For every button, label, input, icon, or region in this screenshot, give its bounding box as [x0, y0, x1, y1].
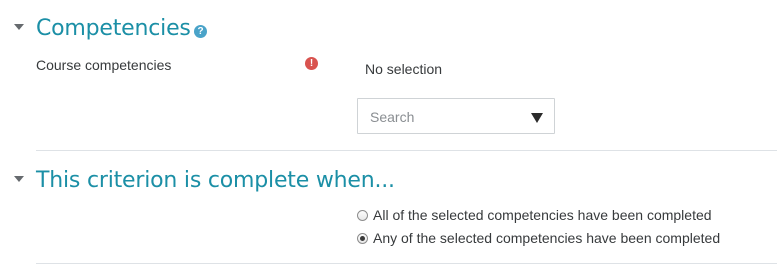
search-placeholder: Search — [370, 109, 415, 125]
radio-label-any: Any of the selected competencies have be… — [373, 230, 721, 246]
radio-button-all[interactable] — [357, 209, 368, 221]
required-icon: ! — [305, 57, 318, 70]
collapse-caret-icon[interactable] — [14, 176, 24, 182]
form-page: Competencies ? Course competencies ! No … — [0, 0, 777, 265]
radio-option-any[interactable]: Any of the selected competencies have be… — [357, 230, 720, 246]
collapse-caret-icon[interactable] — [14, 24, 24, 30]
section-divider — [36, 263, 777, 264]
help-icon[interactable]: ? — [194, 25, 207, 38]
section-divider — [36, 150, 777, 151]
radio-option-all[interactable]: All of the selected competencies have be… — [357, 207, 712, 223]
radio-button-any[interactable] — [357, 232, 368, 244]
radio-label-all: All of the selected competencies have be… — [373, 207, 712, 223]
course-competencies-label: Course competencies — [36, 57, 172, 73]
competency-search-input[interactable]: Search — [357, 98, 555, 134]
competencies-section-title[interactable]: Competencies — [36, 18, 191, 40]
triangle-down-icon[interactable] — [531, 113, 543, 123]
selection-value: No selection — [365, 61, 443, 77]
completion-section-title[interactable]: This criterion is complete when... — [36, 170, 395, 192]
